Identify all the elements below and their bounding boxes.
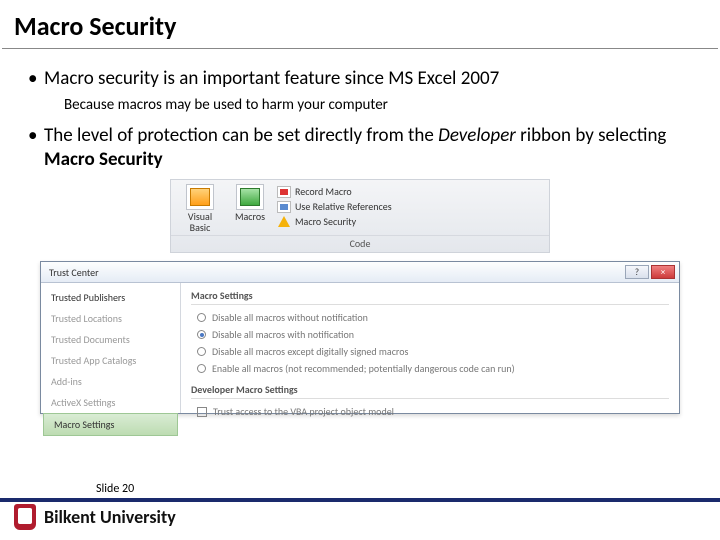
record-macro-icon (277, 186, 291, 198)
sidebar-trusted-documents[interactable]: Trusted Documents (41, 329, 180, 350)
developer-macro-heading: Developer Macro Settings (191, 383, 669, 399)
bilkent-crest-icon (14, 504, 36, 530)
macros-icon (236, 184, 264, 210)
dialog-sidebar: Trusted Publishers Trusted Locations Tru… (41, 283, 181, 413)
dev-opt-label: Trust access to the VBA project object m… (213, 405, 394, 418)
bullet-2-ms: Macro Security (44, 148, 163, 171)
record-macro-label: Record Macro (295, 185, 352, 198)
relative-refs-button[interactable]: Use Relative References (277, 200, 392, 213)
sidebar-trusted-locations[interactable]: Trusted Locations (41, 308, 180, 329)
bullet-1-sub: Because macros may be used to harm your … (24, 96, 696, 114)
sidebar-macro-settings[interactable]: Macro Settings (43, 413, 178, 436)
macros-button[interactable]: Macros (227, 184, 273, 223)
opt-enable-all[interactable]: Enable all macros (not recommended; pote… (191, 360, 669, 377)
macros-label: Macros (235, 212, 265, 223)
dialog-titlebar: Trust Center ? × (41, 262, 679, 283)
ribbon-group-label: Code (171, 235, 549, 252)
opt1-label: Disable all macros without notification (212, 311, 368, 324)
shield-warning-icon (277, 216, 291, 228)
radio-icon (197, 347, 206, 356)
macro-security-button[interactable]: Macro Security (277, 215, 392, 228)
opt-disable-with-notification[interactable]: Disable all macros with notification (191, 326, 669, 343)
brand-area: Bilkent University (0, 502, 720, 540)
sidebar-trusted-publishers[interactable]: Trusted Publishers (41, 287, 180, 308)
content-area: Macro security is an important feature s… (0, 49, 720, 414)
checkbox-icon (197, 407, 207, 417)
visual-basic-label: Visual Basic (177, 212, 223, 233)
bullet-2-pre: The level of protection can be set direc… (44, 124, 438, 147)
opt-trust-vba[interactable]: Trust access to the VBA project object m… (191, 403, 669, 420)
close-button[interactable]: × (651, 265, 675, 279)
radio-icon (197, 313, 206, 322)
macro-settings-heading: Macro Settings (191, 289, 669, 305)
dialog-title-text: Trust Center (49, 266, 99, 279)
ribbon-code-group: Visual Basic Macros Record Macro Use Rel… (170, 179, 550, 253)
sidebar-addins[interactable]: Add-ins (41, 371, 180, 392)
visual-basic-button[interactable]: Visual Basic (177, 184, 223, 233)
bullet-2-mid: ribbon by selecting (516, 124, 667, 147)
slide-number: Slide 20 (0, 478, 720, 498)
opt3-label: Disable all macros except digitally sign… (212, 345, 408, 358)
page-title: Macro Security (0, 0, 720, 48)
help-button[interactable]: ? (625, 265, 649, 279)
brand-text: Bilkent University (44, 506, 176, 528)
record-macro-button[interactable]: Record Macro (277, 185, 392, 198)
bullet-2: The level of protection can be set direc… (24, 124, 696, 173)
bullet-1: Macro security is an important feature s… (24, 67, 696, 92)
radio-selected-icon (197, 330, 206, 339)
sidebar-activex-settings[interactable]: ActiveX Settings (41, 392, 180, 413)
radio-icon (197, 364, 206, 373)
bullet-2-dev: Developer (438, 124, 516, 147)
trust-center-dialog: Trust Center ? × Trusted Publishers Trus… (40, 261, 680, 414)
dialog-main-panel: Macro Settings Disable all macros withou… (181, 283, 679, 413)
relative-refs-label: Use Relative References (295, 200, 392, 213)
macro-security-label: Macro Security (295, 215, 356, 228)
relative-refs-icon (277, 201, 291, 213)
sidebar-trusted-app-catalogs[interactable]: Trusted App Catalogs (41, 350, 180, 371)
opt4-label: Enable all macros (not recommended; pote… (212, 362, 515, 375)
visual-basic-icon (186, 184, 214, 210)
opt2-label: Disable all macros with notification (212, 328, 354, 341)
opt-disable-no-notification[interactable]: Disable all macros without notification (191, 309, 669, 326)
opt-disable-except-signed[interactable]: Disable all macros except digitally sign… (191, 343, 669, 360)
footer: Slide 20 Bilkent University (0, 478, 720, 540)
